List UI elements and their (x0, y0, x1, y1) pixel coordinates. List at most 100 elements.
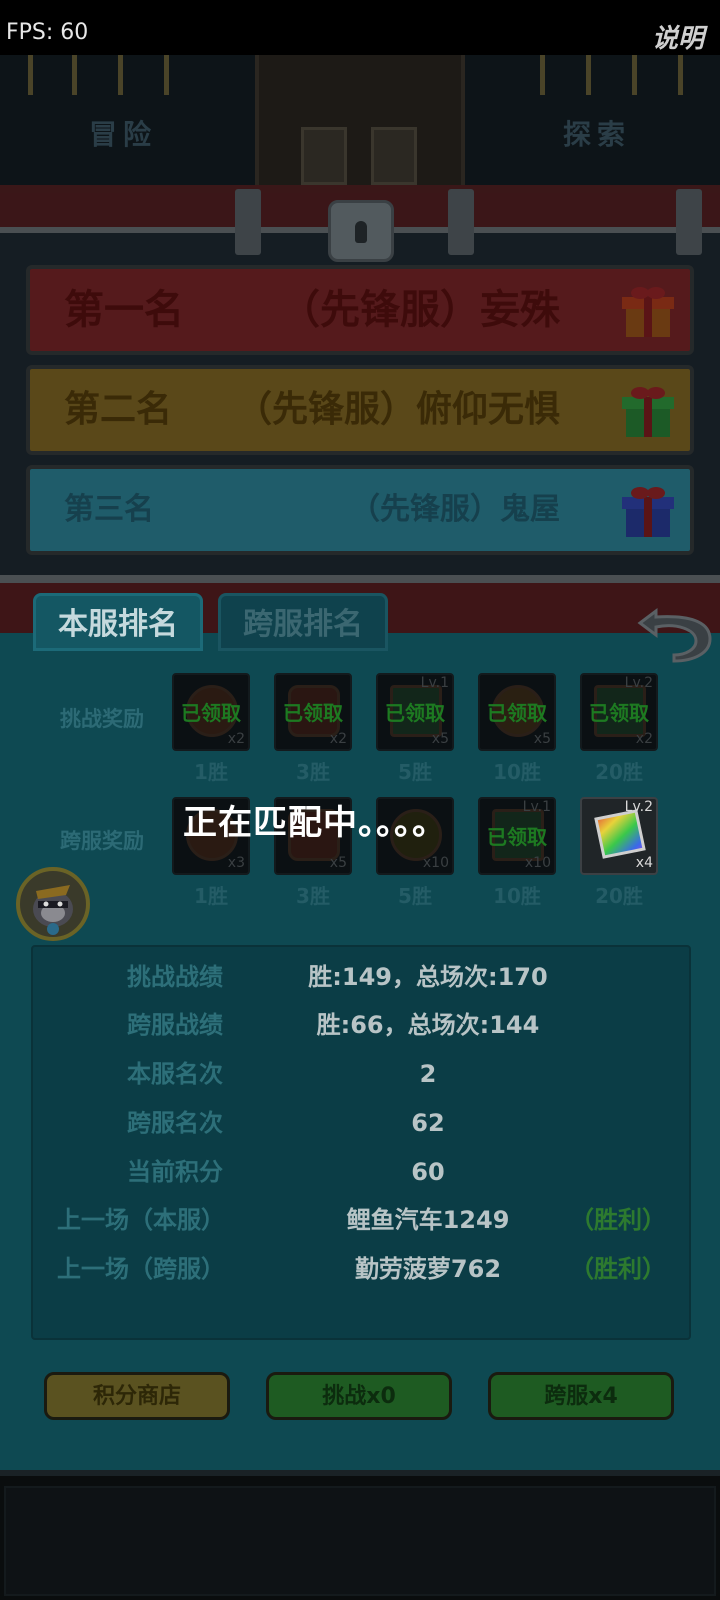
hud-pole (632, 55, 637, 95)
rank-label: 第一名 (64, 287, 184, 333)
bottom-bar-inner (4, 1486, 716, 1596)
gift-icon[interactable] (618, 281, 678, 341)
lock-icon (328, 200, 394, 262)
win-requirement: 10胜 (493, 760, 541, 784)
stat-value: 2 (419, 1060, 437, 1088)
hud-pole (72, 55, 77, 95)
top-bar (0, 0, 720, 55)
win-requirement: 3胜 (296, 884, 330, 908)
reward-qty: x2 (635, 731, 653, 747)
stat-label: 当前积分 (127, 1158, 223, 1186)
help-button[interactable]: 说明 (652, 18, 704, 55)
gift-icon[interactable] (618, 381, 678, 441)
reward-slot[interactable]: 已领取 x2 (172, 673, 250, 751)
rank-row-first: 第一名 （先锋服）妄殊 (26, 265, 694, 355)
reward-slot[interactable]: 已领取 x2 (274, 673, 352, 751)
reward-qty: x4 (635, 855, 653, 871)
hud-pole (164, 55, 169, 95)
reward-slot[interactable]: Lv.1 已领取 x5 (376, 673, 454, 751)
stat-value: 60 (411, 1158, 445, 1186)
frame-post (448, 189, 474, 255)
claimed-status: 已领取 (181, 701, 241, 725)
center-gate (255, 55, 465, 185)
keyhole (355, 221, 367, 243)
cross-server-button[interactable]: 跨服x4 (488, 1372, 674, 1420)
avatar[interactable] (16, 867, 90, 941)
reward-qty: x5 (533, 731, 551, 747)
gate-panel (301, 127, 347, 185)
claimed-status: 已领取 (385, 701, 445, 725)
reward-level: Lv.1 (522, 799, 551, 815)
stat-value: 胜:149，总场次:170 (308, 963, 548, 991)
raccoon-avatar-icon (33, 885, 73, 935)
explore-button[interactable]: 探索 (502, 105, 692, 165)
frame-post (235, 189, 261, 255)
rank-label: 第二名 (64, 389, 173, 430)
stat-row-points: 当前积分 60 (33, 1152, 693, 1192)
hud-pole (540, 55, 545, 95)
claimed-status: 已领取 (589, 701, 649, 725)
win-requirement: 5胜 (398, 884, 432, 908)
stat-label: 上一场（本服） (57, 1206, 225, 1234)
matching-status-text: 正在匹配中。。。。 (183, 803, 447, 843)
reward-slot[interactable]: Lv.1 已领取 x10 (478, 797, 556, 875)
reward-qty: x5 (431, 731, 449, 747)
tab-cross-ranking[interactable]: 跨服排名 (218, 593, 388, 651)
opponent-name: 鲤鱼汽车1249 (346, 1206, 510, 1234)
hud-pole (586, 55, 591, 95)
win-requirement: 1胜 (194, 884, 228, 908)
reward-qty: x2 (329, 731, 347, 747)
stat-row-last-local: 上一场（本服） 鲤鱼汽车1249 （胜利） (33, 1200, 693, 1240)
stat-row-local-rank: 本服名次 2 (33, 1054, 693, 1094)
adventure-button[interactable]: 冒险 (28, 105, 218, 165)
win-requirement: 20胜 (595, 760, 643, 784)
challenge-button[interactable]: 挑战x0 (266, 1372, 452, 1420)
challenge-reward-label: 挑战奖励 (60, 707, 144, 731)
reward-qty: x3 (227, 855, 245, 871)
reward-qty: x10 (524, 855, 551, 871)
rank-player-name: （先锋服）鬼屋 (350, 492, 560, 527)
rank-row-third: 第三名 （先锋服）鬼屋 (26, 465, 694, 555)
opponent-name: 勤劳菠萝762 (354, 1255, 502, 1283)
rank-player-name: （先锋服）俯仰无惧 (235, 389, 560, 430)
rank-row-second: 第二名 （先锋服）俯仰无惧 (26, 365, 694, 455)
points-shop-button[interactable]: 积分商店 (44, 1372, 230, 1420)
stat-value: 胜:66，总场次:144 (316, 1011, 540, 1039)
reward-level: Lv.2 (624, 799, 653, 815)
reward-slot[interactable]: Lv.2 已领取 x2 (580, 673, 658, 751)
reward-slot[interactable]: 已领取 x5 (478, 673, 556, 751)
reward-slot[interactable]: Lv.2 x4 (580, 797, 658, 875)
reward-qty: x5 (329, 855, 347, 871)
reward-qty: x2 (227, 731, 245, 747)
stat-label: 跨服名次 (127, 1109, 223, 1137)
rank-player-name: （先锋服）妄殊 (280, 287, 560, 333)
win-requirement: 5胜 (398, 760, 432, 784)
gift-icon[interactable] (618, 481, 678, 541)
win-requirement: 3胜 (296, 760, 330, 784)
stat-label: 挑战战绩 (127, 963, 223, 991)
hud-pole (28, 55, 33, 95)
stat-value: 62 (411, 1109, 445, 1137)
claimed-status: 已领取 (487, 825, 547, 849)
claimed-status: 已领取 (487, 701, 547, 725)
stat-label: 上一场（跨服） (57, 1255, 225, 1283)
reward-level: Lv.1 (420, 675, 449, 691)
reward-qty: x10 (422, 855, 449, 871)
reward-level: Lv.2 (624, 675, 653, 691)
rainbow-card-icon (594, 809, 646, 859)
stat-label: 本服名次 (127, 1060, 223, 1088)
stat-row-challenge-record: 挑战战绩 胜:149，总场次:170 (33, 957, 693, 997)
claimed-status: 已领取 (283, 701, 343, 725)
tab-local-ranking[interactable]: 本服排名 (33, 593, 203, 651)
back-arrow-icon[interactable] (636, 593, 714, 663)
win-requirement: 1胜 (194, 760, 228, 784)
win-requirement: 10胜 (493, 884, 541, 908)
rank-label: 第三名 (64, 492, 154, 527)
hud-pole (678, 55, 683, 95)
stats-panel: 挑战战绩 胜:149，总场次:170 跨服战绩 胜:66，总场次:144 本服名… (31, 945, 691, 1340)
match-result: （胜利） (570, 1206, 666, 1234)
cross-reward-label: 跨服奖励 (60, 829, 144, 853)
stat-row-cross-record: 跨服战绩 胜:66，总场次:144 (33, 1005, 693, 1045)
win-requirement: 20胜 (595, 884, 643, 908)
bottom-bar (0, 1470, 720, 1600)
